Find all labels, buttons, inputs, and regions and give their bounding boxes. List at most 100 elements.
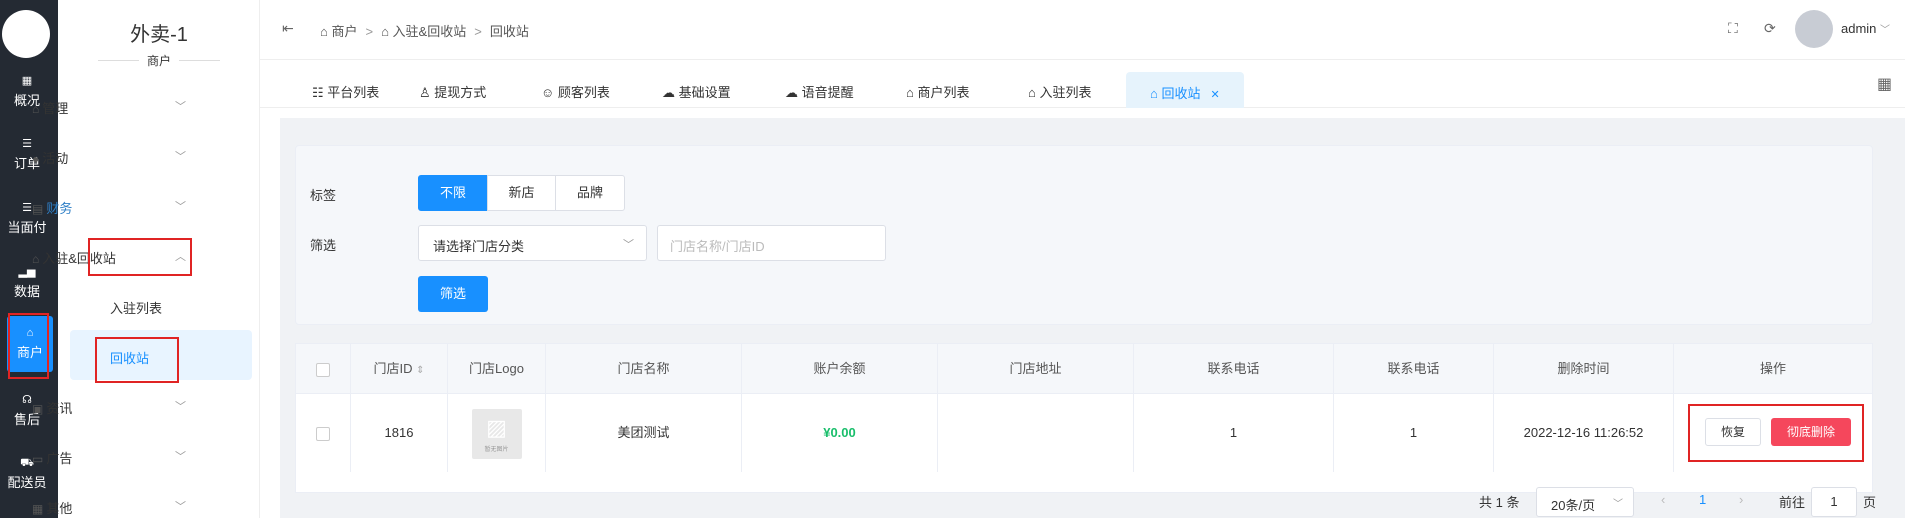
page-size-select[interactable]: 20条/页 ﹀ — [1536, 487, 1634, 517]
close-icon[interactable]: ✕ — [1210, 89, 1219, 101]
prev-page-icon[interactable]: ‹ — [1661, 492, 1665, 507]
cell-address — [938, 394, 1134, 472]
collapse-menu-icon[interactable]: ⇤ — [282, 20, 294, 37]
cell-phone: 1 — [1134, 394, 1334, 472]
sidebar-subitem-active-bg — [70, 330, 252, 380]
page-number-current[interactable]: 1 — [1699, 492, 1706, 507]
user-circle-icon: ☺ — [541, 85, 558, 100]
store-icon: ⌂ — [26, 327, 34, 339]
col-header-phone: 联系电话 — [1134, 344, 1334, 394]
chevron-down-icon: ﹀ — [175, 151, 186, 163]
chevron-down-icon: ﹀ — [1880, 25, 1891, 36]
chevron-down-icon: ﹀ — [175, 501, 186, 513]
col-header-phone-2: 联系电话 — [1334, 344, 1494, 394]
goto-label: 前往 — [1779, 495, 1806, 510]
sidebar-item-ads[interactable]: ▭ 广告 ﹀ — [32, 448, 192, 467]
filter-button[interactable]: 筛选 — [418, 276, 488, 312]
store-icon: ⌂ — [381, 24, 393, 39]
app-logo[interactable] — [2, 10, 50, 58]
sidebar-subitem-settle-list[interactable]: 入驻列表 — [110, 298, 162, 317]
shop-title: 外卖-1 — [130, 24, 188, 46]
rail-item-data[interactable]: ▂▅ 数据 — [0, 265, 54, 300]
image-icon: ▨ — [486, 414, 507, 440]
rail-item-merchant[interactable]: ⌂ 商户 — [7, 316, 53, 372]
search-input[interactable]: 门店名称/门店ID — [657, 225, 886, 261]
wechat-icon: ☁ — [785, 85, 802, 100]
store-icon: ⌂ — [320, 24, 332, 39]
breadcrumb-item[interactable]: 入驻&回收站 — [393, 24, 467, 39]
fullscreen-icon[interactable]: ⛶ — [1728, 20, 1738, 37]
cell-phone-2: 1 — [1334, 394, 1494, 472]
chevron-down-icon: ﹀ — [175, 201, 186, 213]
category-select[interactable]: 请选择门店分类 ﹀ — [418, 225, 647, 261]
cell-id: 1816 — [351, 394, 448, 472]
breadcrumb-item[interactable]: 商户 — [331, 24, 357, 39]
sidebar-item-finance[interactable]: ▤ 财务 ﹀ — [32, 198, 192, 217]
tab-basic-settings[interactable]: ☁ 基础设置 — [662, 82, 731, 101]
tab-voice-reminder[interactable]: ☁ 语音提醒 — [785, 82, 854, 101]
sidebar-item-activity[interactable]: ● 活动 ﹀ — [32, 148, 192, 167]
header-checkbox-cell — [296, 344, 351, 394]
cell-name: 美团测试 — [546, 394, 742, 472]
tag-brand-button[interactable]: 品牌 — [555, 175, 625, 211]
chevron-down-icon: ﹀ — [175, 451, 186, 463]
cell-logo: ▨ 暂无图片 — [448, 394, 546, 472]
goto-page-input[interactable]: 1 — [1811, 487, 1857, 517]
select-all-checkbox[interactable] — [316, 362, 330, 377]
row-checkbox[interactable] — [316, 426, 330, 441]
tab-recycle-bin[interactable]: ⌂ 回收站 ✕ — [1126, 72, 1244, 108]
breadcrumb: ⌂ 商户 > ⌂ 入驻&回收站 > 回收站 — [320, 24, 529, 39]
info-icon: ▣ — [32, 402, 44, 416]
store-logo-placeholder: ▨ 暂无图片 — [471, 408, 522, 459]
restore-button[interactable]: 恢复 — [1705, 418, 1761, 446]
tab-platform-list[interactable]: ☷ 平台列表 — [312, 82, 379, 101]
bar-chart-icon: ▂▅ — [18, 266, 36, 278]
tag-all-button[interactable]: 不限 — [418, 175, 488, 211]
tab-withdraw-method[interactable]: ♙ 提现方式 — [419, 82, 486, 101]
user-icon: ♙ — [419, 85, 435, 100]
filter-label: 筛选 — [310, 238, 337, 253]
sidebar-subtitle: 商户 — [58, 52, 260, 69]
col-header-id[interactable]: 门店ID ⇕ — [351, 344, 448, 394]
tab-menu-grid-icon[interactable]: ▦ — [1877, 74, 1892, 94]
tab-settle-list[interactable]: ⌂ 入驻列表 — [1028, 82, 1091, 101]
user-circle-icon: ● — [32, 152, 40, 166]
list-icon: ☷ — [312, 85, 328, 100]
sidebar-item-manage[interactable]: ⌂ 管理 ﹀ — [32, 98, 192, 117]
tab-customer-list[interactable]: ☺ 顾客列表 — [541, 82, 610, 101]
tag-new-button[interactable]: 新店 — [487, 175, 556, 211]
grid-icon: ▦ — [32, 502, 44, 516]
chevron-down-icon: ﹀ — [175, 401, 186, 413]
col-header-actions: 操作 — [1674, 344, 1872, 394]
sidebar-item-settle-recycle[interactable]: ⌂ 入驻&回收站 ︿ — [32, 248, 192, 267]
permanent-delete-button[interactable]: 彻底删除 — [1771, 418, 1851, 446]
tag-label: 标签 — [310, 188, 337, 203]
col-header-balance: 账户余额 — [742, 344, 938, 394]
chevron-up-icon: ︿ — [175, 251, 186, 263]
cell-deleted-time: 2022-12-16 11:26:52 — [1494, 394, 1674, 472]
sidebar-item-other[interactable]: ▦ 其他 ﹀ — [32, 498, 192, 517]
chevron-down-icon: ﹀ — [175, 101, 186, 113]
breadcrumb-item: 回收站 — [489, 24, 529, 39]
refresh-icon[interactable]: ⟳ — [1764, 20, 1776, 37]
tab-merchant-list[interactable]: ⌂ 商户列表 — [906, 82, 969, 101]
col-header-deleted-time: 删除时间 — [1494, 344, 1674, 394]
store-icon: ⌂ — [1028, 85, 1040, 100]
row-checkbox-cell — [296, 394, 351, 472]
sort-icon[interactable]: ⇕ — [416, 365, 424, 376]
cell-balance: ¥0.00 — [742, 394, 938, 472]
user-name[interactable]: admin ﹀ — [1841, 21, 1890, 36]
sidebar-subitem-recycle[interactable]: 回收站 — [110, 348, 149, 367]
data-table: 门店ID ⇕ 门店Logo 门店名称 账户余额 门店地址 联系电话 联系电话 删… — [295, 343, 1873, 493]
col-header-name: 门店名称 — [546, 344, 742, 394]
store-icon: ⌂ — [1150, 86, 1162, 101]
avatar[interactable] — [1795, 10, 1833, 48]
sidebar-item-news[interactable]: ▣ 资讯 ﹀ — [32, 398, 192, 417]
store-icon: ⌂ — [32, 102, 40, 116]
next-page-icon[interactable]: › — [1739, 492, 1743, 507]
grid-icon: ▦ — [21, 75, 33, 87]
store-icon: ⌂ — [32, 252, 40, 266]
monitor-icon: ▭ — [32, 452, 44, 466]
page-suffix-label: 页 — [1863, 495, 1877, 510]
col-header-address: 门店地址 — [938, 344, 1134, 394]
